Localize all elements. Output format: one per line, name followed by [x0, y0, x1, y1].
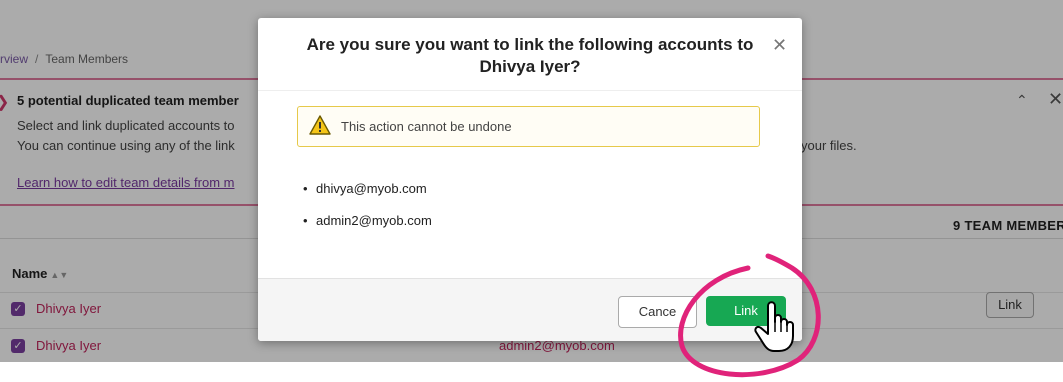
- dialog-title: Are you sure you want to link the follow…: [306, 35, 754, 76]
- account-item: • admin2@myob.com: [303, 213, 432, 228]
- account-email: admin2@myob.com: [316, 213, 432, 228]
- link-button[interactable]: Link: [706, 296, 786, 326]
- close-icon[interactable]: ✕: [772, 35, 787, 56]
- warning-icon: [309, 115, 331, 135]
- warning-banner: This action cannot be undone: [297, 106, 760, 147]
- dialog-footer: Cance Link: [258, 278, 802, 341]
- account-email: dhivya@myob.com: [316, 181, 427, 196]
- account-item: • dhivya@myob.com: [303, 181, 427, 196]
- link-accounts-dialog: Are you sure you want to link the follow…: [258, 18, 802, 341]
- team-members-page: rview/Team Members ❯ 5 potential duplica…: [0, 0, 1063, 362]
- dialog-body: This action cannot be undone • dhivya@myo…: [258, 90, 802, 280]
- warning-text: This action cannot be undone: [341, 119, 512, 134]
- cancel-button[interactable]: Cance: [618, 296, 697, 328]
